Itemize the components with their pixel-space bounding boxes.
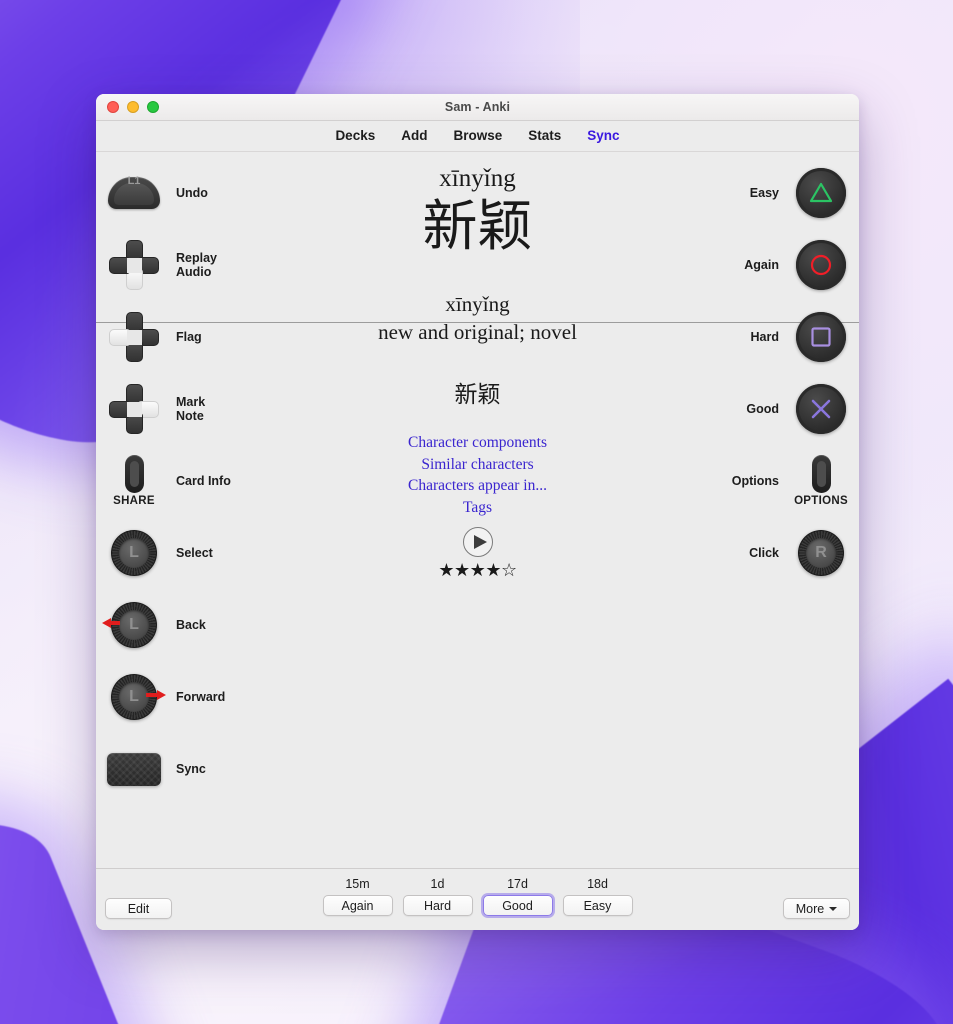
ps-cross-button-icon bbox=[793, 381, 849, 437]
control-hint-easy[interactable]: Easy bbox=[750, 165, 849, 221]
control-hint-label: Back bbox=[176, 618, 206, 632]
window-title: Sam - Anki bbox=[444, 100, 511, 114]
reviewer-body: L1 Undo Replay Audio Flag Mark Note SHAR… bbox=[96, 152, 859, 868]
control-hint-label: Easy bbox=[749, 186, 779, 200]
ps-circle-button-icon bbox=[793, 237, 849, 293]
control-hint-mark-note[interactable]: Mark Note bbox=[106, 381, 205, 437]
touchpad-icon bbox=[106, 741, 162, 797]
control-hint-label: Hard bbox=[750, 330, 779, 344]
desktop-wallpaper: Sam - Anki Decks Add Browse Stats Sync L… bbox=[0, 0, 953, 1024]
control-hint-label: Click bbox=[749, 546, 779, 560]
control-hint-label: Card Info bbox=[176, 474, 231, 488]
control-hint-label: Flag bbox=[176, 330, 202, 344]
ease-interval-hard: 1d bbox=[430, 877, 445, 891]
more-button[interactable]: More bbox=[783, 898, 850, 919]
card-link-tags[interactable]: Tags bbox=[286, 497, 669, 519]
control-hint-label: Forward bbox=[176, 690, 226, 704]
control-hint-forward[interactable]: L Forward bbox=[106, 669, 225, 725]
ease-cell-good: 17d Good bbox=[482, 878, 554, 916]
control-hint-options[interactable]: Options OPTIONS bbox=[732, 453, 849, 509]
toolbar-item-decks[interactable]: Decks bbox=[335, 129, 375, 143]
card-content: xīnyǐng 新颖 xīnyǐng new and original; nov… bbox=[286, 152, 669, 581]
toolbar-item-browse[interactable]: Browse bbox=[453, 129, 502, 143]
anki-window: Sam - Anki Decks Add Browse Stats Sync L… bbox=[96, 94, 859, 930]
control-hint-select[interactable]: L Select bbox=[106, 525, 213, 581]
ease-button-again[interactable]: Again bbox=[322, 895, 393, 916]
window-titlebar: Sam - Anki bbox=[96, 94, 859, 121]
control-hint-replay-audio[interactable]: Replay Audio bbox=[106, 237, 217, 293]
card-link-similar-characters[interactable]: Similar characters bbox=[286, 454, 669, 476]
control-hint-label: Options bbox=[731, 474, 779, 488]
card-front-pinyin: xīnyǐng bbox=[439, 165, 516, 192]
ease-button-good[interactable]: Good bbox=[482, 895, 553, 916]
ease-interval-good: 17d bbox=[507, 877, 528, 891]
control-hint-label: Sync bbox=[176, 762, 206, 776]
ease-button-easy[interactable]: Easy bbox=[562, 895, 633, 916]
control-hint-click[interactable]: Click R bbox=[749, 525, 849, 581]
control-hint-label: Mark Note bbox=[176, 395, 206, 423]
analog-stick-right-icon: R bbox=[793, 525, 849, 581]
audio-play-row bbox=[286, 527, 669, 558]
options-button-icon: OPTIONS bbox=[793, 453, 849, 509]
control-hint-label: Undo bbox=[176, 186, 208, 200]
card-link-character-components[interactable]: Character components bbox=[286, 432, 669, 454]
l1-shoulder-button-icon: L1 bbox=[106, 165, 162, 221]
ease-buttons-group: 15m Again 1d Hard 17d Good 18d Easy bbox=[96, 878, 859, 916]
card-back-pinyin: xīnyǐng bbox=[445, 291, 510, 316]
control-hint-good[interactable]: Good bbox=[746, 381, 849, 437]
dpad-right-icon bbox=[106, 381, 162, 437]
more-button-label: More bbox=[795, 901, 825, 916]
answer-bar: Edit 15m Again 1d Hard 17d Good 18d Easy bbox=[96, 868, 859, 930]
dpad-down-icon bbox=[106, 237, 162, 293]
ease-cell-again: 15m Again bbox=[322, 878, 394, 916]
control-hint-again[interactable]: Again bbox=[744, 237, 849, 293]
chevron-down-icon bbox=[829, 906, 838, 911]
share-button-icon: SHARE bbox=[106, 453, 162, 509]
ease-cell-easy: 18d Easy bbox=[562, 878, 634, 916]
ease-cell-hard: 1d Hard bbox=[402, 878, 474, 916]
control-hint-undo[interactable]: L1 Undo bbox=[106, 165, 208, 221]
ease-button-hard[interactable]: Hard bbox=[402, 895, 473, 916]
card-front-hanzi: 新颖 bbox=[422, 193, 533, 258]
ps-triangle-button-icon bbox=[793, 165, 849, 221]
analog-stick-left-arrow-left-icon: L bbox=[102, 597, 162, 653]
control-hint-label: Replay Audio bbox=[176, 251, 217, 279]
card-link-characters-appear-in[interactable]: Characters appear in... bbox=[286, 475, 669, 497]
toolbar-item-stats[interactable]: Stats bbox=[528, 129, 561, 143]
toolbar-item-add[interactable]: Add bbox=[401, 129, 427, 143]
control-hint-flag[interactable]: Flag bbox=[106, 309, 202, 365]
ease-interval-again: 15m bbox=[345, 877, 370, 891]
card-back-meaning: new and original; novel bbox=[378, 320, 577, 345]
control-hint-card-info[interactable]: SHARE Card Info bbox=[106, 453, 231, 509]
control-hint-label: Good bbox=[746, 402, 779, 416]
main-toolbar: Decks Add Browse Stats Sync bbox=[96, 121, 859, 152]
card-back-hanzi: 新颖 bbox=[454, 382, 501, 409]
arrow-right-icon bbox=[146, 690, 166, 700]
dpad-left-icon bbox=[106, 309, 162, 365]
control-hint-label: Again bbox=[744, 258, 779, 272]
control-hint-hard[interactable]: Hard bbox=[751, 309, 849, 365]
ease-interval-easy: 18d bbox=[587, 877, 608, 891]
analog-stick-left-icon: L bbox=[106, 525, 162, 581]
control-hint-sync[interactable]: Sync bbox=[106, 741, 206, 797]
control-hint-back[interactable]: L Back bbox=[102, 597, 206, 653]
card-links: Character components Similar characters … bbox=[286, 432, 669, 518]
arrow-left-icon bbox=[102, 618, 120, 628]
analog-stick-left-arrow-right-icon: L bbox=[106, 669, 166, 725]
control-hint-label: Select bbox=[176, 546, 213, 560]
play-icon[interactable] bbox=[462, 527, 493, 558]
star-rating: ★★★★☆ bbox=[438, 560, 517, 582]
ps-square-button-icon bbox=[793, 309, 849, 365]
toolbar-item-sync[interactable]: Sync bbox=[587, 129, 619, 143]
